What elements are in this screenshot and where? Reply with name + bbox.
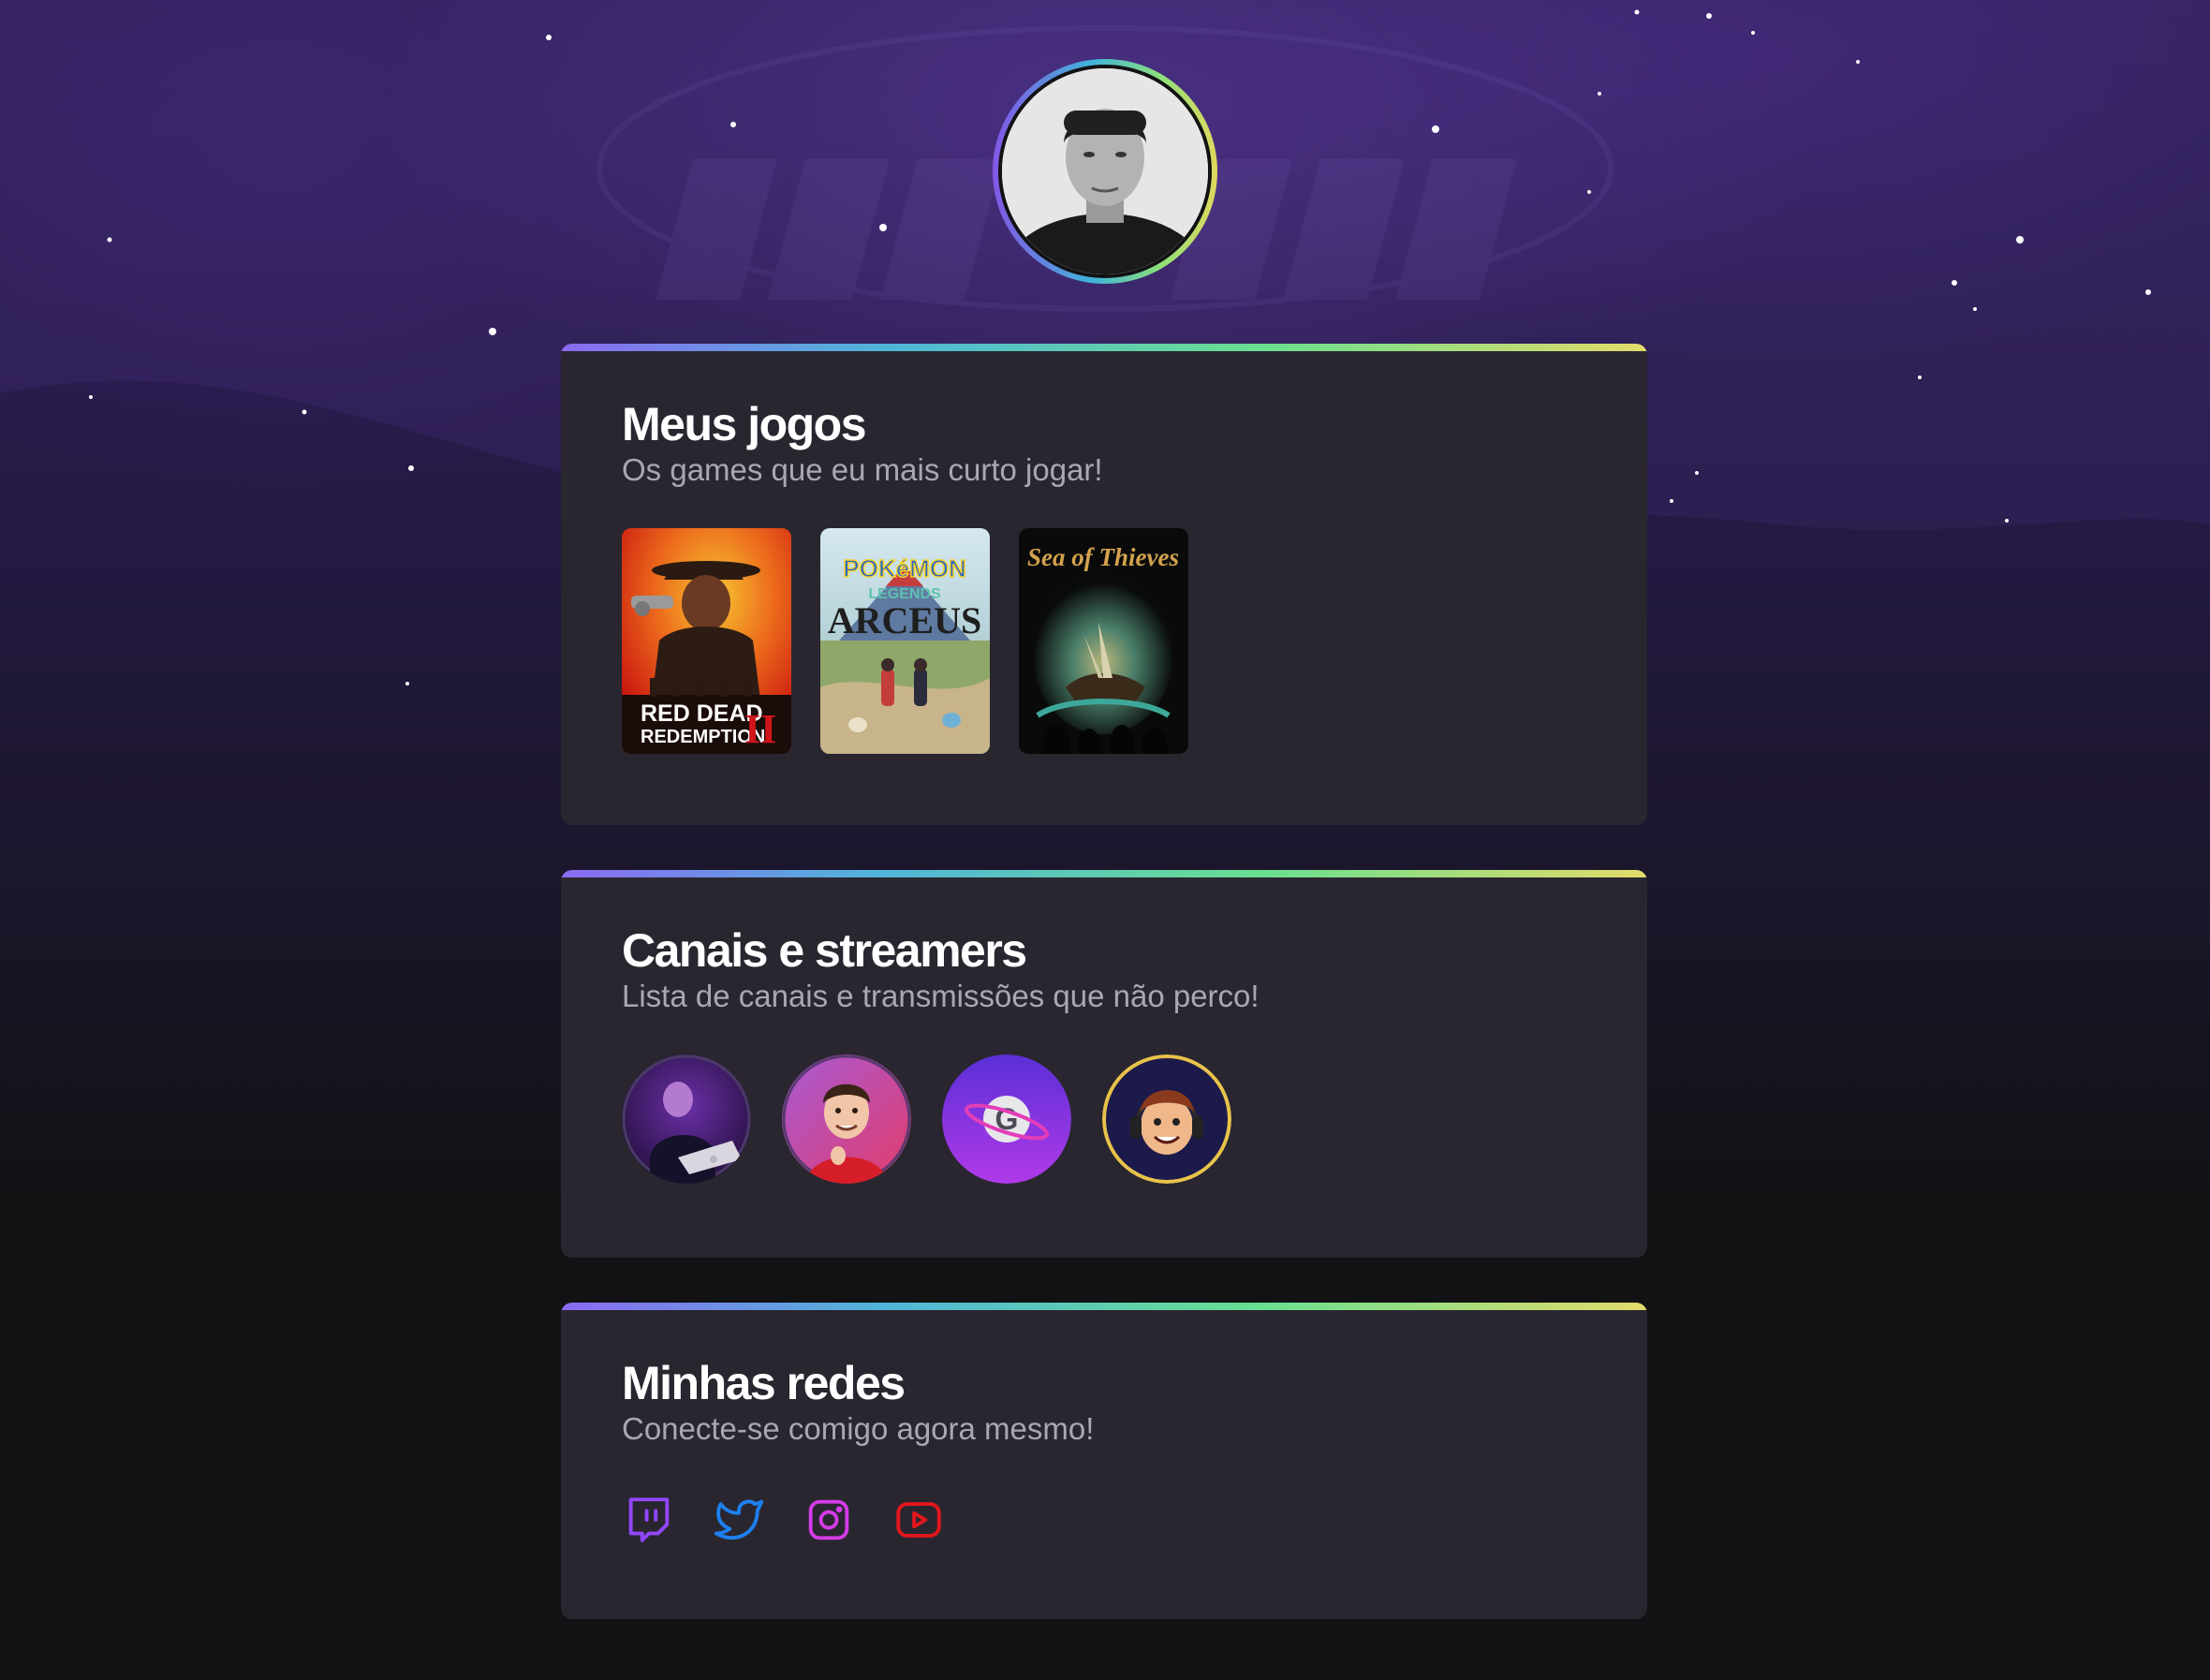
games-title: Meus jogos [622, 398, 867, 450]
rdr-cover-mark: II [744, 706, 776, 752]
streamer-avatar-2[interactable] [782, 1054, 911, 1184]
pokemon-cover-mark: ARCEUS [828, 599, 981, 641]
youtube-icon[interactable] [891, 1493, 946, 1547]
sot-cover-title: Sea of Thieves [1027, 543, 1179, 571]
streamer-avatar-1[interactable] [622, 1054, 751, 1184]
channels-title: Canais e streamers [622, 924, 1027, 977]
channels-subtitle: Lista de canais e transmissões que não p… [622, 979, 1260, 1013]
games-subtitle: Os games que eu mais curto jogar! [622, 452, 1103, 487]
channels-list: G [622, 1054, 1231, 1184]
game-cover-pokemon-legends-arceus[interactable]: POKéMON LEGENDS ARCEUS [820, 528, 990, 754]
pokemon-cover-line1: POKéMON [843, 554, 965, 582]
channels-card: Canais e streamers Lista de canais e tra… [561, 870, 1647, 1258]
profile-photo [1002, 68, 1208, 274]
game-cover-sea-of-thieves[interactable]: Sea of Thieves [1019, 528, 1188, 754]
streamer-cartoon-avatar[interactable] [1102, 1054, 1231, 1184]
instagram-icon[interactable] [802, 1493, 856, 1547]
games-list: RED DEAD REDEMPTION II POKéMON LEGENDS A… [622, 528, 1188, 754]
twitter-icon[interactable] [712, 1493, 766, 1547]
twitch-icon[interactable] [622, 1493, 676, 1547]
games-card: Meus jogos Os games que eu mais curto jo… [561, 344, 1647, 825]
socials-card: Minhas redes Conecte-se comigo agora mes… [561, 1303, 1647, 1619]
game-cover-red-dead-redemption[interactable]: RED DEAD REDEMPTION II [622, 528, 791, 754]
socials-title: Minhas redes [622, 1357, 906, 1409]
socials-list [622, 1493, 946, 1547]
profile-avatar [993, 59, 1217, 284]
socials-subtitle: Conecte-se comigo agora mesmo! [622, 1411, 1095, 1446]
channel-logo-g[interactable]: G [942, 1054, 1071, 1184]
